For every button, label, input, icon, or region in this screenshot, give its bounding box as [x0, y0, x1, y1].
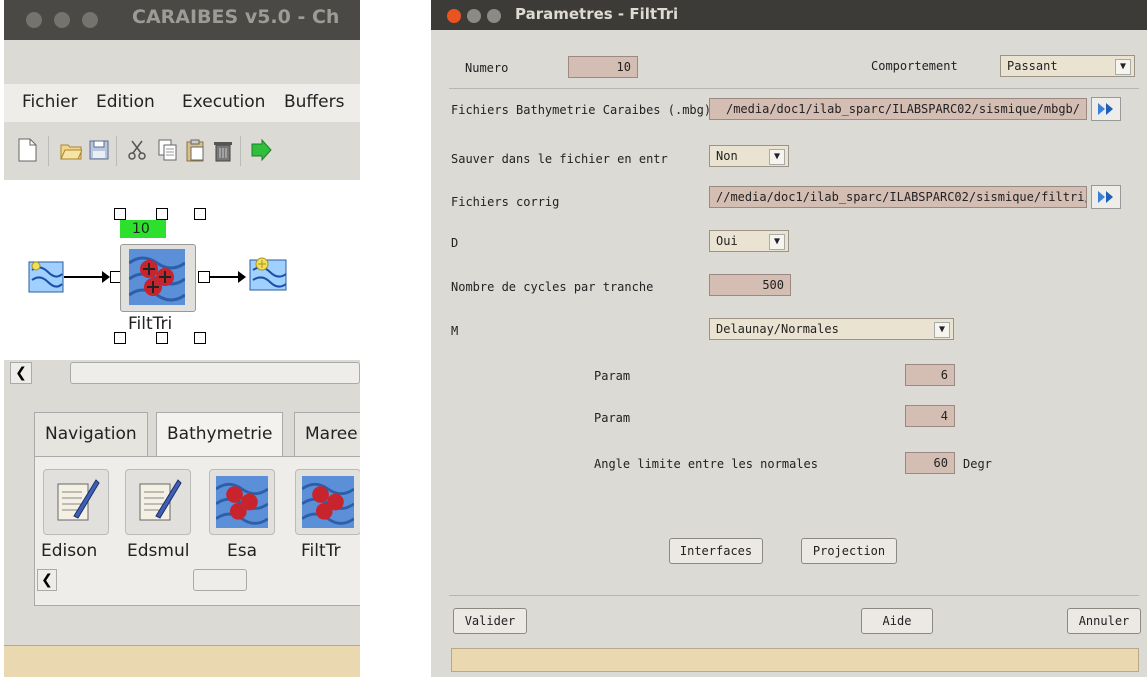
palette-label-edsmul: Edsmul [127, 541, 190, 561]
input-buffer-icon[interactable] [28, 260, 64, 294]
parametres-dialog: Parametres - FiltTri Numero 10 Comportem… [431, 0, 1147, 677]
workflow-canvas[interactable]: 10 FiltTri [4, 180, 360, 360]
close-icon[interactable] [447, 9, 461, 23]
module-palette: Navigation Bathymetrie Maree Edison Edsm… [34, 412, 360, 606]
filter-node-icon [216, 476, 268, 528]
esa-module[interactable] [209, 469, 275, 535]
bathy-browse-button[interactable] [1091, 97, 1121, 121]
edsmul-module[interactable] [125, 469, 191, 535]
dialog-titlebar: Parametres - FiltTri [431, 0, 1147, 30]
toolbar [12, 130, 352, 174]
minimize-icon[interactable] [467, 9, 481, 23]
bathy-field[interactable]: /media/doc1/ilab_sparc/ILABSPARC02/sismi… [709, 98, 1087, 120]
angle-label: Angle limite entre les normales [594, 457, 818, 471]
filter-node-icon [129, 249, 185, 305]
node-label: FiltTri [128, 314, 173, 334]
copy-icon[interactable] [156, 138, 178, 162]
canvas-hscrollbar[interactable]: ❮ [4, 360, 360, 386]
menubar: Fichier Edition Execution Buffers [4, 84, 360, 122]
corrig-browse-button[interactable] [1091, 185, 1121, 209]
numero-field[interactable]: 10 [568, 56, 638, 78]
numero-label: Numero [465, 61, 509, 75]
node-handle-top-left[interactable] [114, 208, 126, 220]
tab-maree[interactable]: Maree [294, 412, 360, 457]
d-select[interactable]: Oui ▼ [709, 230, 789, 252]
tab-panel: Edison Edsmul Esa FiltTr ❮ [34, 456, 360, 606]
chevron-down-icon: ▼ [769, 234, 785, 250]
filttri-node[interactable] [120, 244, 196, 312]
maximize-icon[interactable] [82, 12, 98, 28]
scroll-thumb[interactable] [70, 362, 360, 384]
angle-unit-label: Degr [963, 457, 992, 471]
tab-bathymetrie[interactable]: Bathymetrie [156, 412, 284, 459]
menu-fichier[interactable]: Fichier [22, 92, 78, 112]
angle-field[interactable]: 60 [905, 452, 955, 474]
corrig-label: Fichiers corrig [451, 195, 560, 209]
scroll-left-arrow-icon[interactable]: ❮ [10, 362, 32, 384]
param1-label: Param [594, 369, 631, 383]
comportement-label: Comportement [871, 59, 958, 73]
filttri-module[interactable] [295, 469, 360, 535]
param1-field[interactable]: 6 [905, 364, 955, 386]
new-file-icon[interactable] [16, 138, 38, 162]
valider-button[interactable]: Valider [453, 608, 527, 634]
interfaces-button[interactable]: Interfaces [669, 538, 763, 564]
main-window-title: CARAIBES v5.0 - Ch [132, 6, 340, 28]
scroll-pen-icon [139, 479, 182, 521]
palette-label-filttri: FiltTr [301, 541, 341, 561]
param2-label: Param [594, 411, 631, 425]
annuler-button[interactable]: Annuler [1067, 608, 1141, 634]
cut-icon[interactable] [126, 138, 148, 162]
node-handle-bottom-right[interactable] [194, 332, 206, 344]
node-handle-top[interactable] [156, 208, 168, 220]
paste-icon[interactable] [184, 138, 206, 162]
projection-button[interactable]: Projection [801, 538, 897, 564]
save-icon[interactable] [88, 138, 110, 162]
menu-execution[interactable]: Execution [182, 92, 265, 112]
dialog-title: Parametres - FiltTri [515, 5, 679, 23]
palette-scroll-thumb[interactable] [193, 569, 247, 591]
minimize-icon[interactable] [54, 12, 70, 28]
menu-buffers[interactable]: Buffers [284, 92, 344, 112]
node-handle-bottom-left[interactable] [114, 332, 126, 344]
delete-icon[interactable] [212, 138, 234, 162]
sauver-label: Sauver dans le fichier en entr [451, 152, 668, 166]
m-select[interactable]: Delaunay/Normales ▼ [709, 318, 954, 340]
m-label: M [451, 324, 459, 338]
double-chevron-right-icon [1098, 103, 1113, 115]
d-label: D [451, 236, 459, 250]
sauver-select[interactable]: Non ▼ [709, 145, 789, 167]
param2-field[interactable]: 4 [905, 405, 955, 427]
filter-node-icon [302, 476, 354, 528]
chevron-down-icon: ▼ [769, 149, 785, 165]
palette-scroll-left-arrow-icon[interactable]: ❮ [37, 569, 57, 591]
tab-navigation[interactable]: Navigation [34, 412, 148, 457]
node-output-handle[interactable] [198, 271, 210, 283]
bathy-label: Fichiers Bathymetrie Caraibes (.mbg) [451, 103, 712, 117]
main-window-titlebar: CARAIBES v5.0 - Ch [4, 0, 360, 40]
open-folder-icon[interactable] [60, 138, 82, 162]
node-number-badge: 10 [120, 220, 166, 238]
menu-edition[interactable]: Edition [96, 92, 155, 112]
output-buffer-icon[interactable] [248, 256, 288, 292]
run-icon[interactable] [250, 138, 272, 162]
dialog-statusbar [451, 648, 1139, 672]
main-statusbar [4, 645, 360, 677]
chevron-down-icon: ▼ [1115, 59, 1131, 75]
caraibes-main-window: CARAIBES v5.0 - Ch Fichier Edition Execu… [4, 0, 360, 677]
aide-button[interactable]: Aide [861, 608, 933, 634]
double-chevron-right-icon [1098, 191, 1113, 203]
comportement-select[interactable]: Passant ▼ [1000, 55, 1135, 77]
cycles-label: Nombre de cycles par tranche [451, 280, 654, 294]
maximize-icon[interactable] [487, 9, 501, 23]
corrig-field[interactable]: //media/doc1/ilab_sparc/ILABSPARC02/sism… [709, 186, 1087, 208]
palette-label-edison: Edison [41, 541, 98, 561]
node-handle-top-right[interactable] [194, 208, 206, 220]
edison-module[interactable] [43, 469, 109, 535]
close-icon[interactable] [26, 12, 42, 28]
cycles-field[interactable]: 500 [709, 274, 791, 296]
chevron-down-icon: ▼ [934, 322, 950, 338]
palette-label-esa: Esa [227, 541, 258, 561]
scroll-pen-icon [57, 479, 100, 521]
